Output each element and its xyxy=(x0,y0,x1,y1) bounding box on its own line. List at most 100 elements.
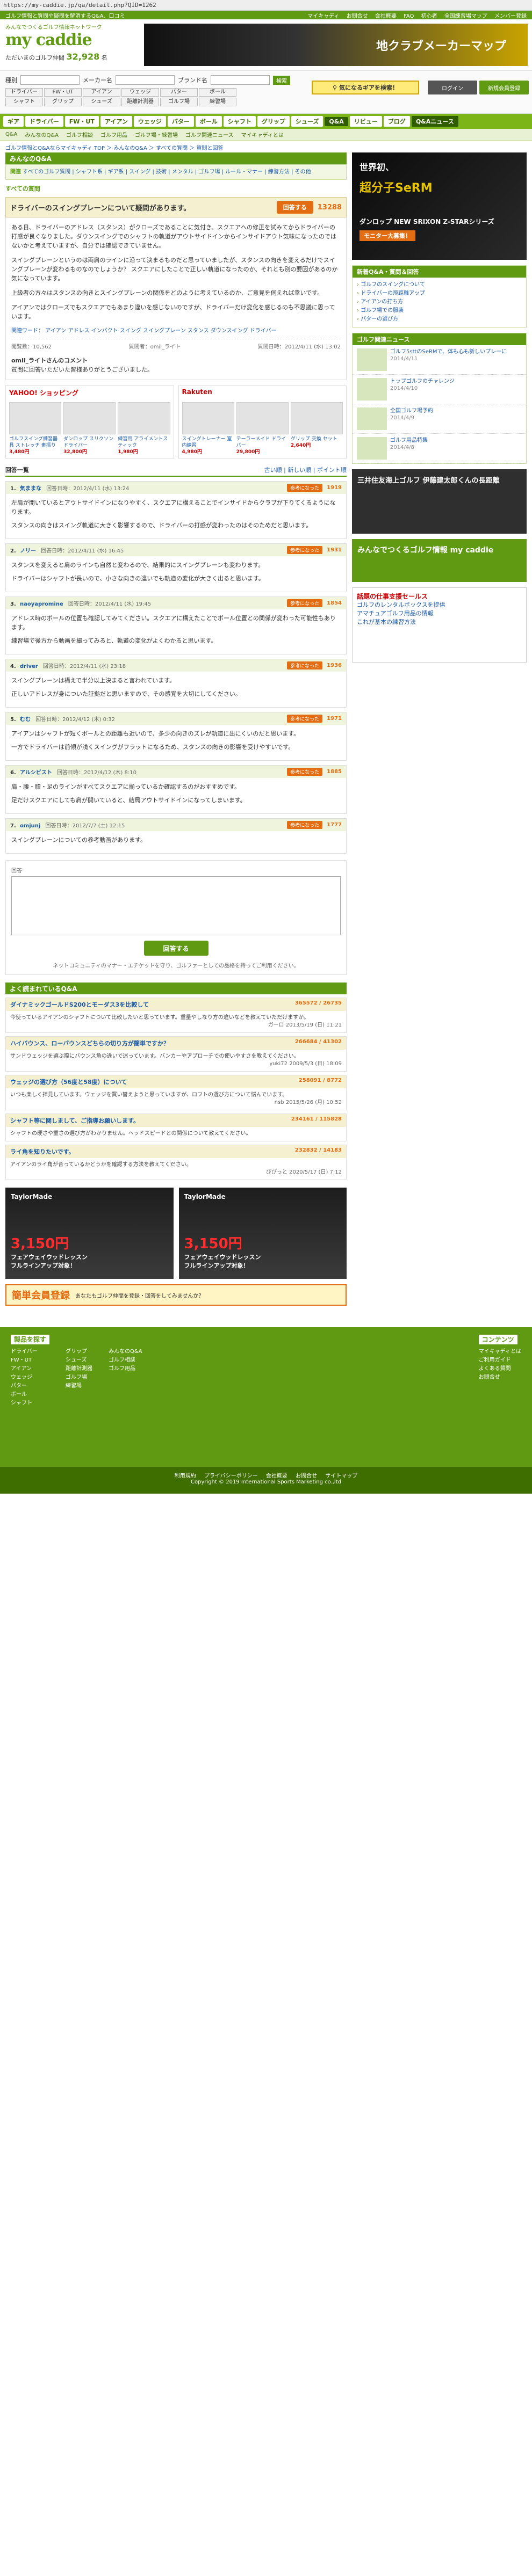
new-qa-link[interactable]: ゴルフ場での服装 xyxy=(357,307,522,315)
submit-answer-button[interactable]: 回答する xyxy=(143,941,209,956)
ad-item[interactable]: グリップ 交換 セット 2,640円 xyxy=(290,402,343,455)
related-item[interactable]: ダイナミックゴールドS200とモーダス3を比較して 365572 / 26735… xyxy=(5,998,347,1033)
register-banner[interactable]: 簡単会員登録 あなたもゴルフ仲間を登録・回答をしてみませんか？ xyxy=(5,1284,347,1306)
bottom-ad[interactable]: TaylorMade 3,150円 フェアウェイウッドレッスン フルラインアップ… xyxy=(178,1188,347,1279)
maker-select[interactable] xyxy=(116,75,175,85)
answer-textarea[interactable] xyxy=(11,876,341,935)
subnav-item[interactable]: ゴルフ場・練習場 xyxy=(135,130,178,139)
nav-item[interactable]: ボール xyxy=(195,116,222,127)
footer-link[interactable]: パター xyxy=(11,1382,49,1391)
top-link[interactable]: 会社概要 xyxy=(375,13,397,19)
footer-link[interactable]: 練習場 xyxy=(66,1382,92,1391)
footer-link[interactable]: アイアン xyxy=(11,1365,49,1373)
login-button[interactable]: ログイン xyxy=(428,81,477,94)
header-banner[interactable]: 地クラブメーカーマップ xyxy=(144,24,528,66)
new-qa-link[interactable]: ドライバーの飛距離アップ xyxy=(357,289,522,298)
new-qa-link[interactable]: ゴルフのスイングについて xyxy=(357,281,522,289)
type-select[interactable] xyxy=(20,75,80,85)
footer-link[interactable]: マイキャディとは xyxy=(479,1348,521,1356)
ad-item[interactable]: ダンロップ スリクソン ドライバー 32,800円 xyxy=(63,402,116,455)
footer-link[interactable]: みんなのQ&A xyxy=(109,1348,142,1356)
sidebar-mycaddie-ad[interactable]: みんなでつくるゴルフ情報 my caddie xyxy=(352,539,527,582)
yahoo-ad-title[interactable]: YAHOO! ショッピング xyxy=(6,386,174,399)
top-link[interactable]: マイキャディ xyxy=(307,13,339,19)
ad-item[interactable]: スイングトレーナー 室内練習 4,980円 xyxy=(182,402,234,455)
tag-link[interactable]: ドライバー xyxy=(250,328,277,334)
questioner[interactable]: 質問者：omil_ライト xyxy=(129,343,181,352)
nav-item-qa[interactable]: Q&A xyxy=(325,117,348,126)
helpful-button[interactable]: 参考になった xyxy=(287,661,323,670)
ad-item[interactable]: テーラーメイド ドライバー 29,800円 xyxy=(236,402,289,455)
text-ad-link[interactable]: これが基本の練習方法 xyxy=(357,618,522,627)
footer-bottom-link[interactable]: お問合せ xyxy=(296,1473,317,1479)
footer-link[interactable]: 距離計測器 xyxy=(66,1365,92,1373)
answerer-name[interactable]: ノリー xyxy=(20,548,36,554)
footer-link[interactable]: FW・UT xyxy=(11,1356,49,1365)
tag-link[interactable]: スイングプレーン xyxy=(143,328,186,334)
category-button[interactable]: パター xyxy=(160,88,198,97)
footer-link[interactable]: ウェッジ xyxy=(11,1373,49,1382)
subnav-item[interactable]: ゴルフ関連ニュース xyxy=(185,130,234,139)
tag-link[interactable]: アドレス xyxy=(68,328,89,334)
subnav-item[interactable]: ゴルフ用品 xyxy=(100,130,127,139)
subnav-item[interactable]: みんなのQ&A xyxy=(25,130,59,139)
helpful-button[interactable]: 参考になった xyxy=(287,768,323,776)
helpful-button[interactable]: 参考になった xyxy=(287,546,323,554)
category-button[interactable]: ウェッジ xyxy=(121,88,159,97)
nav-item[interactable]: シューズ xyxy=(291,116,323,127)
helpful-button[interactable]: 参考になった xyxy=(287,599,323,607)
helpful-button[interactable]: 参考になった xyxy=(287,484,323,492)
text-ad-link[interactable]: ゴルフのレンタルボックスを提供 xyxy=(357,601,522,609)
ad-item[interactable]: 練習用 アライメントスティック 1,980円 xyxy=(118,402,170,455)
bottom-ad[interactable]: TaylorMade 3,150円 フェアウェイウッドレッスン フルラインアップ… xyxy=(5,1188,174,1279)
footer-link[interactable]: ゴルフ用品 xyxy=(109,1365,142,1373)
rakuten-ad-title[interactable]: Rakuten xyxy=(179,386,347,399)
text-ad-title[interactable]: 話題の仕事支援セールス xyxy=(357,592,522,601)
answer-button[interactable]: 回答する xyxy=(276,201,313,214)
category-links-text[interactable]: すべてのゴルフ質問 | シャフト系 | ギア系 | スイング | 技術 | メン… xyxy=(23,169,311,175)
sidebar-banner[interactable]: 世界初、 超分子SeRM ダンロップ NEW SRIXON Z-STARシリーズ… xyxy=(352,152,527,260)
category-button[interactable]: 練習場 xyxy=(199,98,236,106)
footer-link[interactable]: ドライバー xyxy=(11,1348,49,1356)
answers-sort[interactable]: 古い順 | 新しい順 | ポイント順 xyxy=(264,465,347,474)
related-item[interactable]: ハイバウンス、ローバウンスどちらの切り方が簡単ですか？ 266684 / 413… xyxy=(5,1036,347,1072)
category-button[interactable]: FW・UT xyxy=(44,88,82,97)
footer-link[interactable]: ゴルフ相談 xyxy=(109,1356,142,1365)
news-item[interactable]: トップゴルフのチャレンジ 2014/4/10 xyxy=(353,375,526,404)
footer-link[interactable]: シューズ xyxy=(66,1356,92,1365)
nav-item[interactable]: パター xyxy=(167,116,194,127)
category-button[interactable]: シャフト xyxy=(5,98,43,106)
top-link[interactable]: お問合せ xyxy=(347,13,368,19)
footer-link[interactable]: ボール xyxy=(11,1391,49,1399)
new-qa-link[interactable]: アイアンの打ち方 xyxy=(357,298,522,307)
top-link[interactable]: FAQ xyxy=(404,13,414,19)
top-link[interactable]: 全国練習場マップ xyxy=(444,13,487,19)
nav-item[interactable]: グリップ xyxy=(257,116,290,127)
top-link[interactable]: メンバー登録 xyxy=(494,13,527,19)
subnav-item[interactable]: マイキャディとは xyxy=(241,130,284,139)
answerer-name[interactable]: naoyapromine xyxy=(20,601,63,607)
footer-bottom-link[interactable]: 利用規約 xyxy=(175,1473,196,1479)
related-title-link[interactable]: ダイナミックゴールドS200とモーダス3を比較して xyxy=(10,1000,149,1009)
keyword-search-button[interactable]: ⚲ 気になるギアを検索！ xyxy=(312,81,419,94)
news-item[interactable]: 全国ゴルフ場予約 2014/4/9 xyxy=(353,404,526,434)
answerer-name[interactable]: driver xyxy=(20,664,38,670)
footer-link[interactable]: ご利用ガイド xyxy=(479,1356,521,1365)
nav-item[interactable]: ギア xyxy=(3,116,24,127)
helpful-button[interactable]: 参考になった xyxy=(287,715,323,723)
nav-item[interactable]: アイアン xyxy=(100,116,132,127)
nav-item[interactable]: ドライバー xyxy=(25,116,63,127)
category-button[interactable]: ゴルフ場 xyxy=(160,98,198,106)
footer-link[interactable]: グリップ xyxy=(66,1348,92,1356)
related-title-link[interactable]: ハイバウンス、ローバウンスどちらの切り方が簡単ですか？ xyxy=(10,1039,169,1047)
text-ad-link[interactable]: アマチュアゴルフ用品の情報 xyxy=(357,609,522,618)
browser-url-bar[interactable]: https://my-caddie.jp/qa/detail.php?QID=1… xyxy=(0,0,532,11)
category-button[interactable]: ボール xyxy=(199,88,236,97)
nav-item[interactable]: リビュー xyxy=(349,116,382,127)
related-title-link[interactable]: ウェッジの選び方（56度と58度）について xyxy=(10,1078,127,1086)
footer-link[interactable]: シャフト xyxy=(11,1399,49,1408)
category-button[interactable]: グリップ xyxy=(44,98,82,106)
nav-item[interactable]: FW・UT xyxy=(64,116,99,127)
footer-link[interactable]: よくある質問 xyxy=(479,1365,521,1373)
answerer-name[interactable]: アルシビスト xyxy=(20,770,52,776)
